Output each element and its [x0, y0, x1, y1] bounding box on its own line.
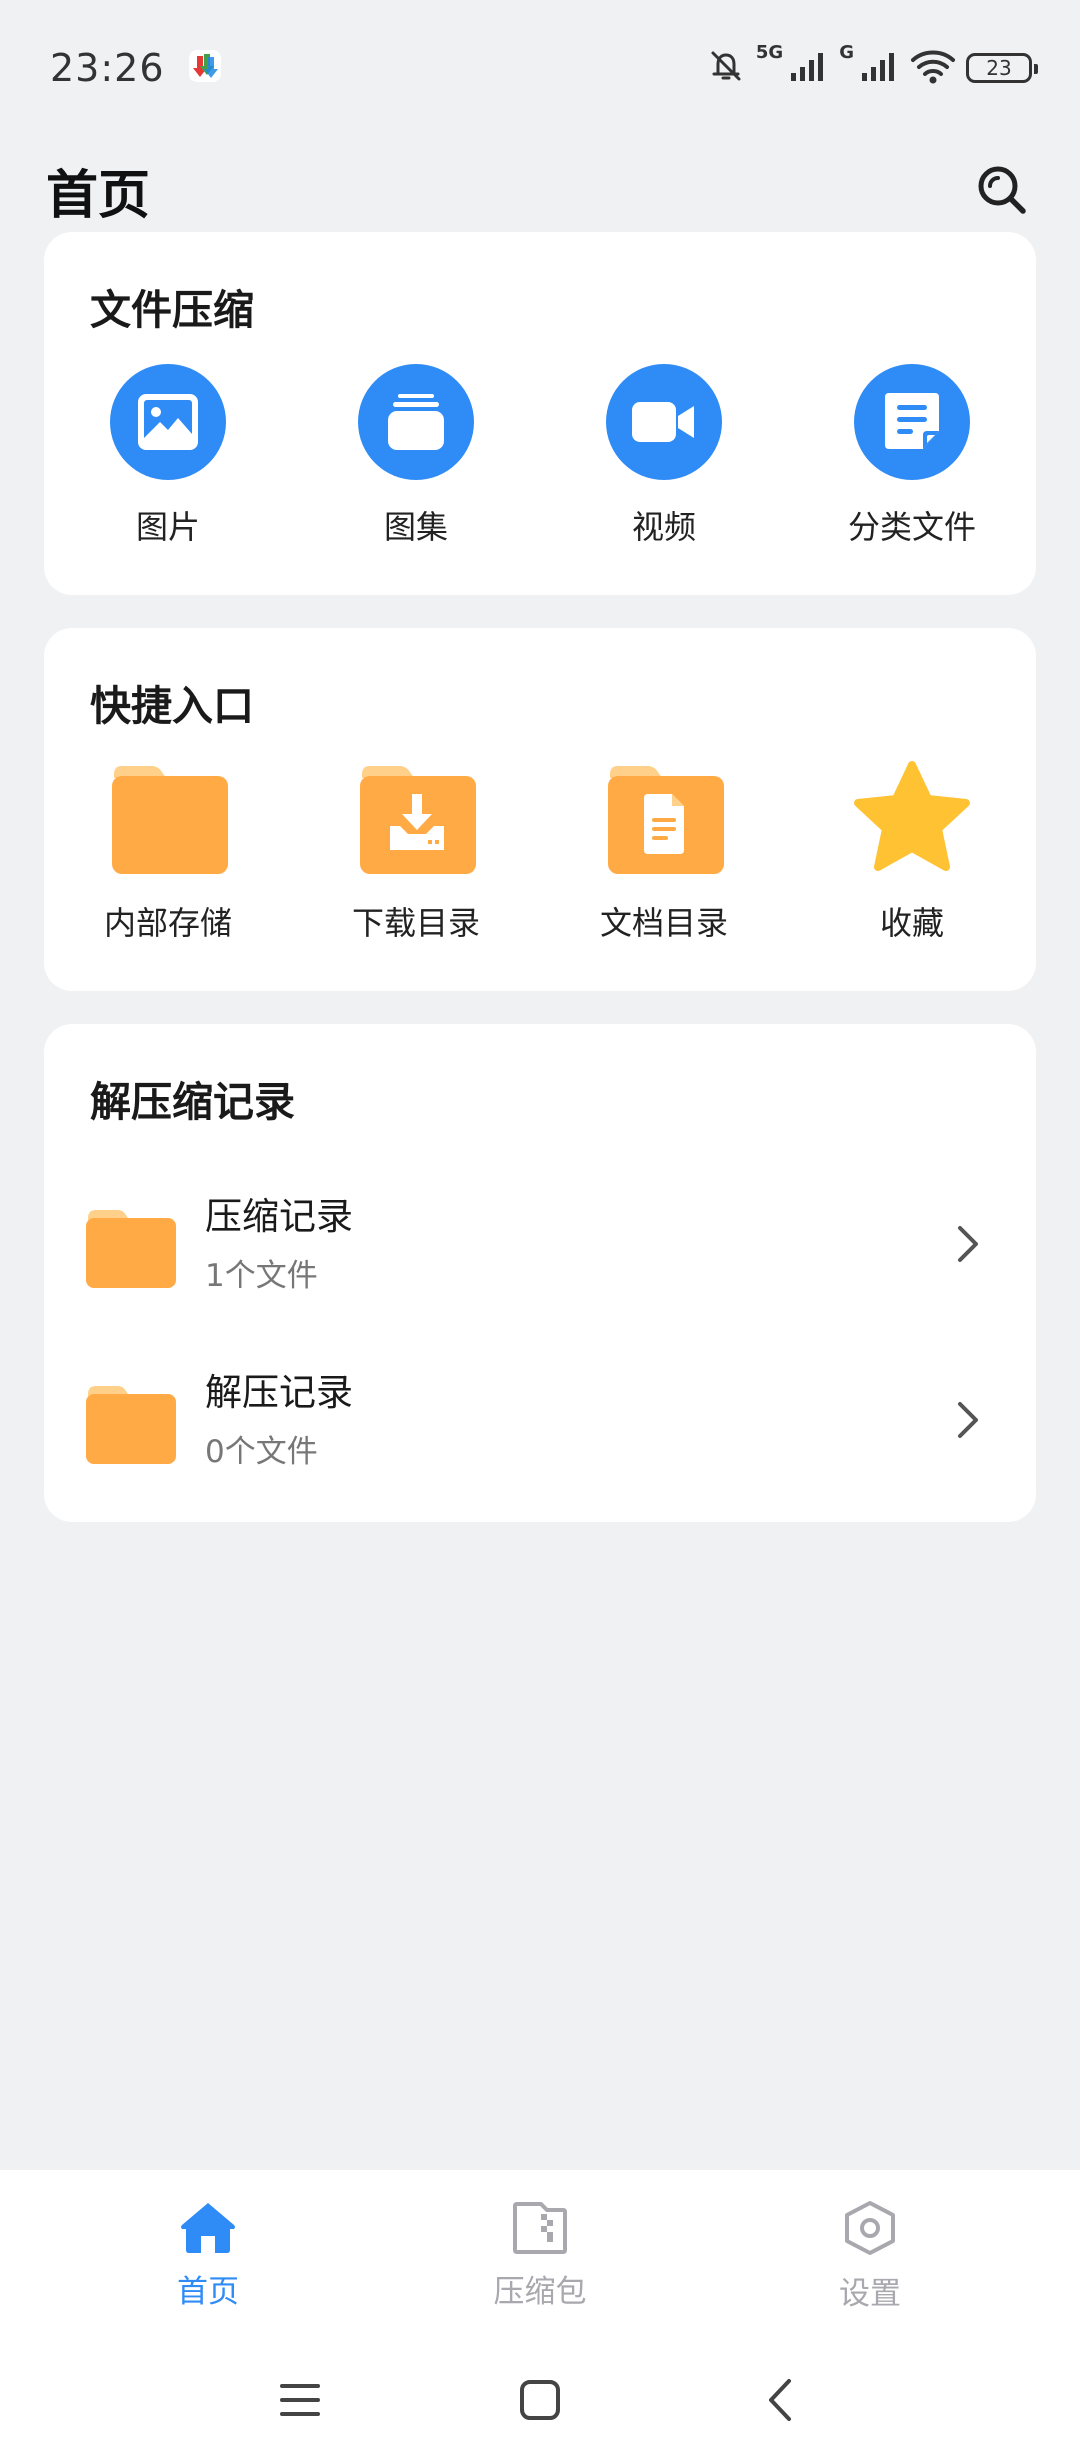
- home-square-icon[interactable]: [510, 2370, 570, 2430]
- network-5g-label: 5G: [755, 41, 784, 63]
- archive-file-icon: [511, 2200, 569, 2258]
- home-icon: [179, 2200, 237, 2258]
- shortcut-item-label: 内部存储: [103, 904, 232, 942]
- folder-icon: [86, 1204, 176, 1294]
- wifi-icon: [910, 48, 956, 88]
- status-bar: 23:26 5G G 23: [0, 0, 1080, 135]
- album-icon: [354, 360, 478, 484]
- nav-tab-home[interactable]: 首页: [108, 2200, 308, 2311]
- shortcut-item-label: 文档目录: [599, 904, 728, 942]
- shortcut-item-documents[interactable]: 文档目录: [540, 756, 788, 944]
- chevron-right-icon: [954, 1398, 984, 1442]
- nav-tab-label: 设置: [839, 2276, 901, 2312]
- download-folder-icon: [354, 756, 478, 880]
- compress-item-label: 分类文件: [847, 508, 976, 546]
- record-text: 解压记录 0个文件: [205, 1362, 353, 1471]
- record-row-extract[interactable]: 解压记录 0个文件: [44, 1340, 1036, 1490]
- mute-bell-icon: [706, 46, 746, 90]
- network-g-label: G: [839, 41, 854, 63]
- signal-icon-2: [860, 49, 900, 87]
- shortcut-item-internal-storage[interactable]: 内部存储: [44, 756, 292, 944]
- record-row-compress[interactable]: 压缩记录 1个文件: [44, 1164, 1036, 1314]
- battery-level: 23: [986, 55, 1012, 80]
- image-icon: [106, 360, 230, 484]
- shortcut-item-download[interactable]: 下载目录: [292, 756, 540, 944]
- search-icon: [978, 166, 1026, 214]
- shortcut-card: 快捷入口 内部存储 下载目录 文档目录 收藏: [44, 628, 1036, 991]
- bottom-navigation: 首页 压缩包 设置: [0, 2170, 1080, 2330]
- compress-item-video[interactable]: 视频: [540, 360, 788, 548]
- folder-icon: [106, 756, 230, 880]
- compress-item-label: 图片: [135, 508, 200, 546]
- settings-hexagon-icon: [841, 2200, 899, 2260]
- back-icon[interactable]: [750, 2370, 810, 2430]
- video-icon: [602, 360, 726, 484]
- app-notification-icon: [187, 48, 223, 88]
- search-button[interactable]: [970, 158, 1034, 222]
- record-title: 压缩记录: [205, 1195, 353, 1238]
- shortcut-card-title: 快捷入口: [90, 682, 254, 730]
- document-folder-icon: [602, 756, 726, 880]
- signal-icon: [789, 49, 829, 87]
- compress-grid: 图片 图集 视频 分类文件: [44, 360, 1036, 548]
- record-count: 0个文件: [205, 1434, 318, 1470]
- compress-item-image[interactable]: 图片: [44, 360, 292, 548]
- record-text: 压缩记录 1个文件: [205, 1186, 353, 1295]
- nav-tab-settings[interactable]: 设置: [770, 2200, 970, 2313]
- shortcut-grid: 内部存储 下载目录 文档目录 收藏: [44, 756, 1036, 944]
- chevron-right-icon: [954, 1222, 984, 1266]
- shortcut-item-favorites[interactable]: 收藏: [788, 756, 1036, 944]
- nav-tab-label: 压缩包: [493, 2274, 587, 2310]
- compress-item-label: 图集: [383, 508, 448, 546]
- page-title: 首页: [46, 165, 151, 226]
- compress-card: 文件压缩 图片 图集 视频 分类文件: [44, 232, 1036, 595]
- records-card-title: 解压缩记录: [90, 1078, 295, 1126]
- document-icon: [850, 360, 974, 484]
- records-card: 解压缩记录 压缩记录 1个文件 解压记录 0个文件: [44, 1024, 1036, 1522]
- shortcut-item-label: 收藏: [879, 904, 944, 942]
- compress-item-album[interactable]: 图集: [292, 360, 540, 548]
- system-navigation-bar: [0, 2330, 1080, 2460]
- nav-tab-label: 首页: [177, 2274, 239, 2310]
- compress-item-category[interactable]: 分类文件: [788, 360, 1036, 548]
- folder-icon: [86, 1380, 176, 1470]
- status-time: 23:26: [50, 45, 165, 90]
- record-count: 1个文件: [205, 1258, 318, 1294]
- menu-icon[interactable]: [270, 2370, 330, 2430]
- nav-tab-archives[interactable]: 压缩包: [440, 2200, 640, 2311]
- star-icon: [850, 756, 974, 880]
- battery-indicator: 23: [966, 52, 1038, 83]
- record-title: 解压记录: [205, 1371, 353, 1414]
- compress-item-label: 视频: [631, 508, 696, 546]
- compress-card-title: 文件压缩: [90, 286, 254, 334]
- shortcut-item-label: 下载目录: [351, 904, 480, 942]
